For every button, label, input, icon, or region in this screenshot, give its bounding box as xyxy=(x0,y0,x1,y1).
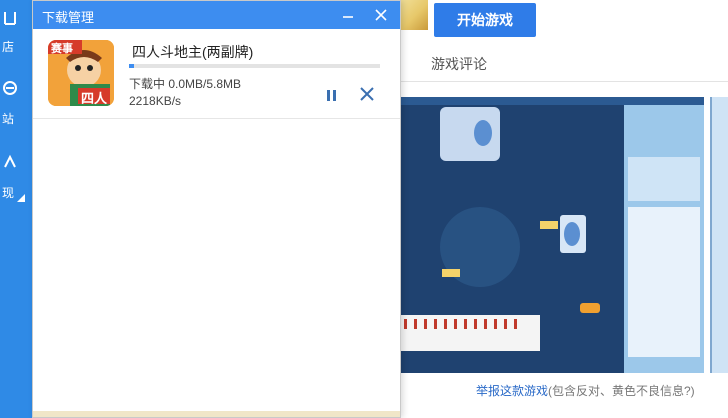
download-progress-bar xyxy=(129,64,380,68)
tab-game-reviews[interactable]: 游戏评论 xyxy=(431,54,487,74)
download-progress-fill xyxy=(129,64,135,68)
tab-divider xyxy=(390,81,728,82)
icon-badge-text: 赛事 xyxy=(51,43,73,55)
download-speed: 2218KB/s xyxy=(129,94,182,108)
sidebar-item-label: 现 xyxy=(2,186,15,200)
cancel-download-button[interactable] xyxy=(357,85,377,105)
download-item-name: 四人斗地主(两副牌) xyxy=(132,44,254,60)
game-screenshot-image xyxy=(400,97,704,373)
sidebar-item-label: 站 xyxy=(2,112,15,126)
report-line: 举报这款游戏(包含反对、黄色不良信息?) xyxy=(476,382,695,399)
minimize-button[interactable] xyxy=(338,5,358,25)
caret-down-icon xyxy=(17,194,25,202)
site-icon xyxy=(3,81,17,95)
dialog-title: 下载管理 xyxy=(42,10,95,25)
close-button[interactable] xyxy=(371,5,391,25)
sidebar-item-site[interactable]: 站 xyxy=(0,80,32,126)
sidebar-item-store[interactable]: 店 xyxy=(0,10,32,54)
sidebar-item-label: 店 xyxy=(2,40,15,54)
download-item: 赛事 四人 四人斗地主(两副牌) 下载中 0.0MB/5.8MB 2218KB/… xyxy=(33,29,400,119)
download-status: 下载中 0.0MB/5.8MB xyxy=(129,77,242,91)
store-icon xyxy=(4,12,16,25)
dialog-title-bar[interactable]: 下载管理 xyxy=(33,1,400,29)
sidebar-item-discover[interactable]: 现 xyxy=(0,154,32,202)
start-game-button[interactable]: 开始游戏 xyxy=(434,3,536,37)
close-icon xyxy=(360,87,374,101)
game-app-icon: 赛事 四人 xyxy=(48,40,114,106)
pause-button[interactable] xyxy=(322,87,342,105)
left-sidebar: 店 站 现 xyxy=(0,0,32,418)
download-manager-dialog: 下载管理 赛事 四人 四人斗地主(两副牌) 下载中 0.0MB/5.8MB 22… xyxy=(32,0,401,418)
dialog-footer xyxy=(33,411,400,417)
discover-icon xyxy=(4,154,16,168)
icon-title-text: 四人 xyxy=(81,91,108,106)
report-game-link[interactable]: 举报这款游戏 xyxy=(476,384,548,398)
game-screenshot-next[interactable] xyxy=(710,97,728,373)
report-note: (包含反对、黄色不良信息?) xyxy=(548,384,695,398)
minimize-icon xyxy=(343,16,353,18)
close-icon xyxy=(375,9,387,21)
game-screenshot[interactable] xyxy=(400,97,704,373)
